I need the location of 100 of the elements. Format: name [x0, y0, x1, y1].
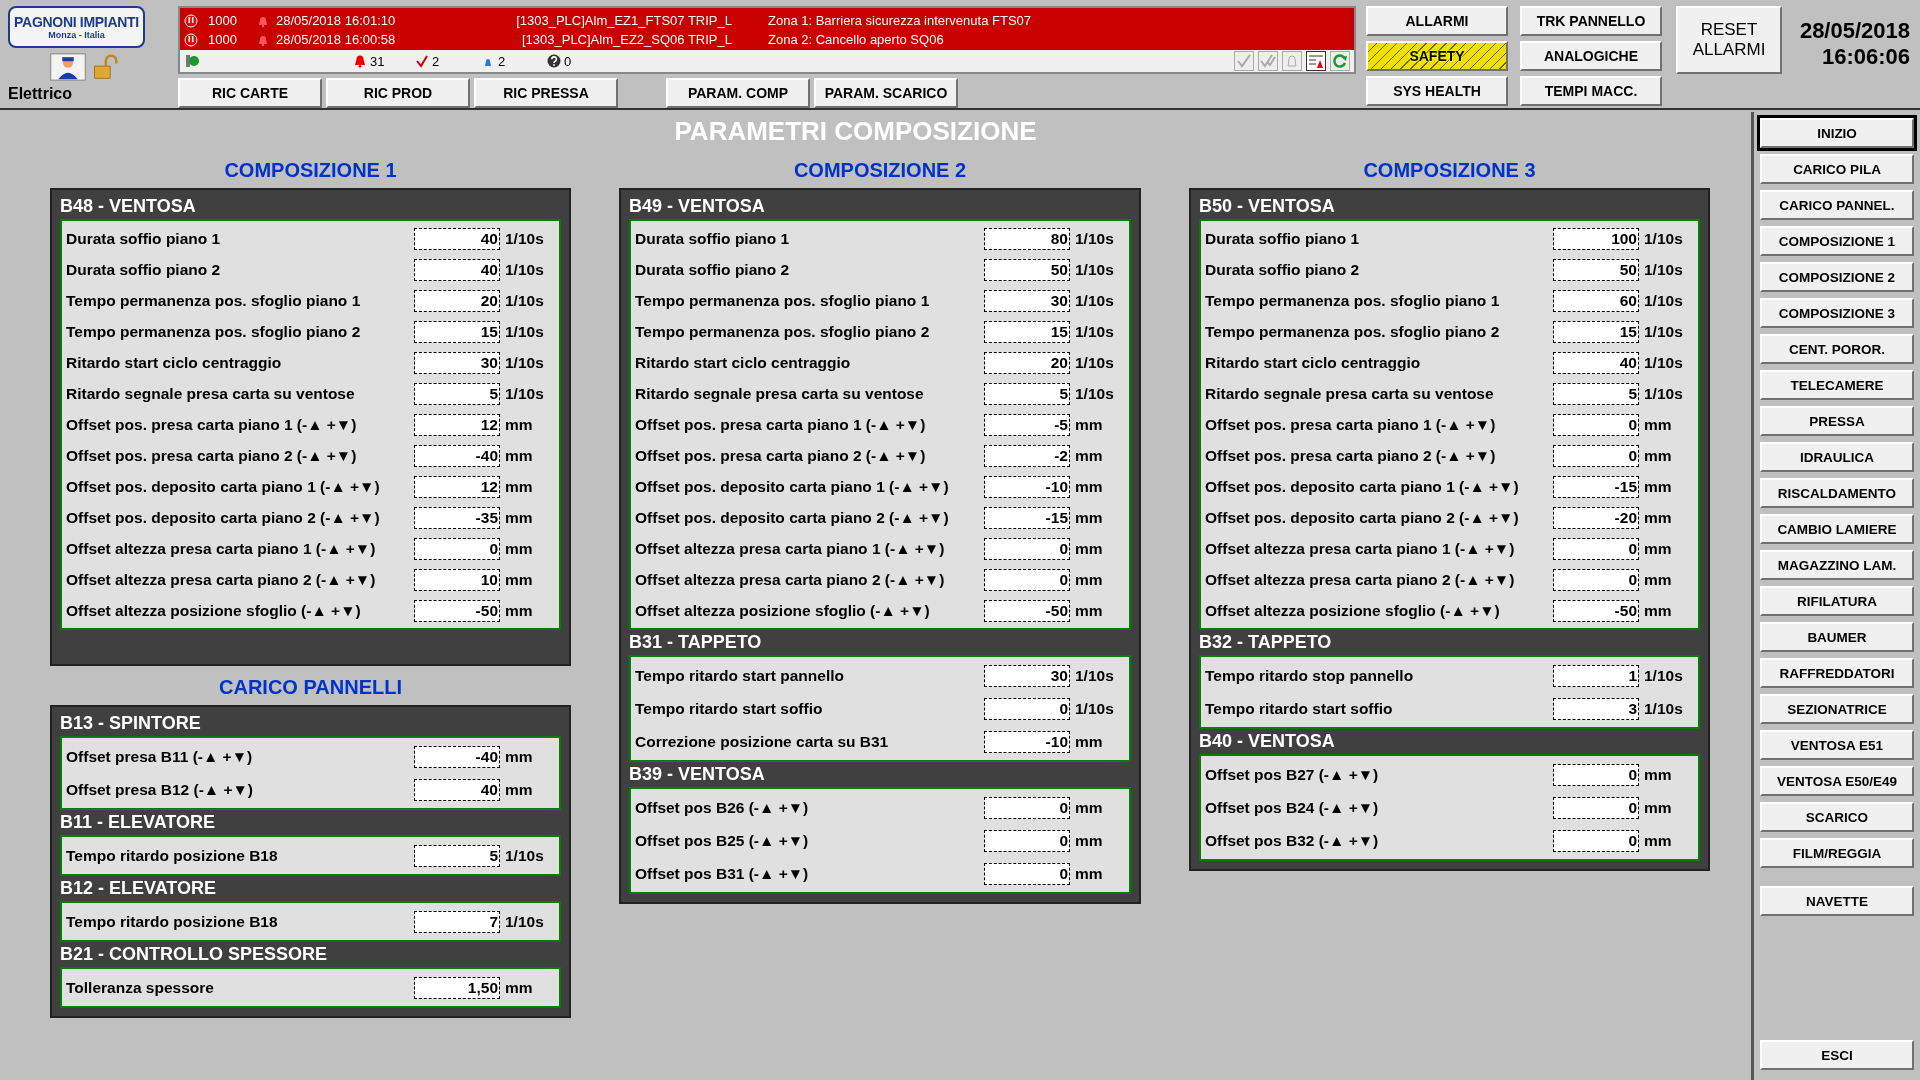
sidebar-button[interactable]: FILM/REGGIA: [1760, 838, 1914, 868]
value-field[interactable]: -10: [984, 475, 1070, 498]
sidebar-button[interactable]: MAGAZZINO LAM.: [1760, 550, 1914, 580]
alarm-list-icon[interactable]: [1306, 51, 1326, 71]
unit-label: 1/10s: [504, 912, 545, 931]
value-field[interactable]: 30: [984, 664, 1070, 687]
sidebar-button[interactable]: RISCALDAMENTO: [1760, 478, 1914, 508]
value-field[interactable]: -50: [1553, 599, 1639, 622]
function-button[interactable]: TEMPI MACC.: [1520, 76, 1662, 106]
clock-time: 16:06:06: [1821, 44, 1910, 70]
value-field[interactable]: 0: [984, 829, 1070, 852]
value-field[interactable]: 15: [414, 320, 500, 343]
function-button[interactable]: ANALOGICHE: [1520, 41, 1662, 71]
value-field[interactable]: 0: [1553, 413, 1639, 436]
value-field[interactable]: 12: [414, 413, 500, 436]
value-field[interactable]: 20: [984, 351, 1070, 374]
value-field[interactable]: 0: [1553, 763, 1639, 786]
value-field[interactable]: 100: [1553, 227, 1639, 250]
sidebar-button[interactable]: PRESSA: [1760, 406, 1914, 436]
value-field[interactable]: 30: [414, 351, 500, 374]
value-field[interactable]: 60: [1553, 289, 1639, 312]
sidebar-button[interactable]: IDRAULICA: [1760, 442, 1914, 472]
value-field[interactable]: 50: [984, 258, 1070, 281]
value-field[interactable]: 5: [1553, 382, 1639, 405]
padlock-icon[interactable]: [92, 54, 118, 80]
sidebar-button[interactable]: COMPOSIZIONE 2: [1760, 262, 1914, 292]
sidebar-button[interactable]: VENTOSA E51: [1760, 730, 1914, 760]
value-field[interactable]: -10: [984, 730, 1070, 753]
nav-button[interactable]: RIC PROD: [326, 78, 470, 108]
value-field[interactable]: 0: [984, 796, 1070, 819]
nav-button[interactable]: RIC PRESSA: [474, 78, 618, 108]
value-field[interactable]: 0: [984, 568, 1070, 591]
value-field[interactable]: 1,50: [414, 976, 500, 999]
value-field[interactable]: 5: [414, 382, 500, 405]
parameter-label: Tempo permanenza pos. sfoglio piano 2: [1205, 322, 1501, 341]
value-field[interactable]: -15: [1553, 475, 1639, 498]
function-button[interactable]: TRK PANNELLO: [1520, 6, 1662, 36]
value-field[interactable]: 40: [1553, 351, 1639, 374]
value-field[interactable]: -40: [414, 745, 500, 768]
exit-button[interactable]: ESCI: [1760, 1040, 1914, 1070]
unit-label: mm: [1643, 508, 1673, 527]
value-field[interactable]: 40: [414, 227, 500, 250]
sidebar-button[interactable]: RAFFREDDATORI: [1760, 658, 1914, 688]
value-field[interactable]: 30: [984, 289, 1070, 312]
nav-button[interactable]: PARAM. SCARICO: [814, 78, 958, 108]
sidebar-button[interactable]: SEZIONATRICE: [1760, 694, 1914, 724]
value-field[interactable]: 0: [1553, 829, 1639, 852]
function-button[interactable]: ALLARMI: [1366, 6, 1508, 36]
value-field[interactable]: -5: [984, 413, 1070, 436]
sidebar-button[interactable]: SCARICO: [1760, 802, 1914, 832]
value-field[interactable]: 0: [414, 537, 500, 560]
value-field[interactable]: -2: [984, 444, 1070, 467]
sidebar-button[interactable]: COMPOSIZIONE 3: [1760, 298, 1914, 328]
value-field[interactable]: -20: [1553, 506, 1639, 529]
value-field[interactable]: 20: [414, 289, 500, 312]
value-field[interactable]: 0: [1553, 568, 1639, 591]
value-field[interactable]: 0: [1553, 444, 1639, 467]
value-field[interactable]: -50: [414, 599, 500, 622]
sidebar-button[interactable]: NAVETTE: [1760, 886, 1914, 916]
sidebar-button[interactable]: RIFILATURA: [1760, 586, 1914, 616]
function-button[interactable]: SYS HEALTH: [1366, 76, 1508, 106]
check-icon[interactable]: [1234, 51, 1254, 71]
sidebar-button[interactable]: TELECAMERE: [1760, 370, 1914, 400]
check-all-icon[interactable]: [1258, 51, 1278, 71]
acknowledged-count: 2: [432, 53, 440, 69]
value-field[interactable]: 10: [414, 568, 500, 591]
value-field[interactable]: 0: [1553, 796, 1639, 819]
unit-label: 1/10s: [1643, 229, 1684, 248]
value-field[interactable]: 1: [1553, 664, 1639, 687]
value-field[interactable]: 40: [414, 258, 500, 281]
sidebar-button[interactable]: CARICO PILA: [1760, 154, 1914, 184]
sidebar-button[interactable]: CAMBIO LAMIERE: [1760, 514, 1914, 544]
sidebar-button[interactable]: VENTOSA E50/E49: [1760, 766, 1914, 796]
value-field[interactable]: 5: [984, 382, 1070, 405]
value-field[interactable]: 0: [984, 697, 1070, 720]
sidebar-button[interactable]: INIZIO: [1760, 118, 1914, 148]
value-field[interactable]: 5: [414, 844, 500, 867]
value-field[interactable]: 40: [414, 778, 500, 801]
sidebar-button[interactable]: CARICO PANNEL.: [1760, 190, 1914, 220]
value-field[interactable]: 12: [414, 475, 500, 498]
user-icon[interactable]: [50, 53, 86, 81]
value-field[interactable]: 0: [984, 537, 1070, 560]
value-field[interactable]: 15: [1553, 320, 1639, 343]
reset-alarms-button[interactable]: RESET ALLARMI: [1676, 6, 1782, 74]
sidebar-button[interactable]: BAUMER: [1760, 622, 1914, 652]
value-field[interactable]: 0: [1553, 537, 1639, 560]
value-field[interactable]: 7: [414, 910, 500, 933]
value-field[interactable]: 0: [984, 862, 1070, 885]
value-field[interactable]: 15: [984, 320, 1070, 343]
value-field[interactable]: -35: [414, 506, 500, 529]
value-field[interactable]: 3: [1553, 697, 1639, 720]
sidebar-button[interactable]: COMPOSIZIONE 1: [1760, 226, 1914, 256]
value-field[interactable]: -40: [414, 444, 500, 467]
value-field[interactable]: -50: [984, 599, 1070, 622]
value-field[interactable]: -15: [984, 506, 1070, 529]
value-field[interactable]: 50: [1553, 258, 1639, 281]
nav-button[interactable]: RIC CARTE: [178, 78, 322, 108]
value-field[interactable]: 80: [984, 227, 1070, 250]
nav-button[interactable]: PARAM. COMP: [666, 78, 810, 108]
sidebar-button[interactable]: CENT. POROR.: [1760, 334, 1914, 364]
